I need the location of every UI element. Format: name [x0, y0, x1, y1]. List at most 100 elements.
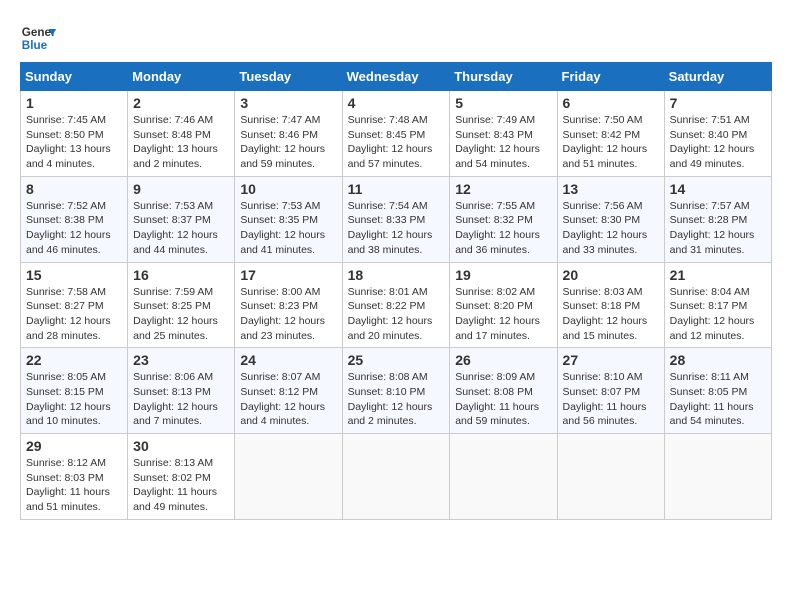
calendar-cell: 7 Sunrise: 7:51 AM Sunset: 8:40 PM Daylig…	[664, 91, 771, 177]
day-number: 1	[26, 95, 122, 111]
day-info: Sunrise: 7:48 AM Sunset: 8:45 PM Dayligh…	[348, 113, 445, 172]
calendar-cell: 21 Sunrise: 8:04 AM Sunset: 8:17 PM Dayli…	[664, 262, 771, 348]
calendar-cell: 14 Sunrise: 7:57 AM Sunset: 8:28 PM Dayli…	[664, 176, 771, 262]
calendar-cell	[557, 434, 664, 520]
day-number: 10	[240, 181, 336, 197]
weekday-header-sunday: Sunday	[21, 63, 128, 91]
weekday-header-monday: Monday	[128, 63, 235, 91]
calendar-cell: 5Sunrise: 7:49 AM Sunset: 8:43 PM Daylig…	[450, 91, 557, 177]
page-header: General Blue	[20, 20, 772, 56]
calendar-cell	[235, 434, 342, 520]
day-info: Sunrise: 8:11 AM Sunset: 8:05 PM Dayligh…	[670, 370, 766, 429]
calendar-cell: 13 Sunrise: 7:56 AM Sunset: 8:30 PM Dayli…	[557, 176, 664, 262]
week-row-2: 8 Sunrise: 7:52 AM Sunset: 8:38 PM Daylig…	[21, 176, 772, 262]
day-info: Sunrise: 7:50 AM Sunset: 8:42 PM Dayligh…	[563, 113, 659, 172]
day-info: Sunrise: 7:53 AM Sunset: 8:35 PM Dayligh…	[240, 199, 336, 258]
day-info: Sunrise: 8:09 AM Sunset: 8:08 PM Dayligh…	[455, 370, 551, 429]
day-number: 17	[240, 267, 336, 283]
day-info: Sunrise: 8:06 AM Sunset: 8:13 PM Dayligh…	[133, 370, 229, 429]
day-info: Sunrise: 8:04 AM Sunset: 8:17 PM Dayligh…	[670, 285, 766, 344]
day-number: 18	[348, 267, 445, 283]
day-number: 28	[670, 352, 766, 368]
day-info: Sunrise: 7:57 AM Sunset: 8:28 PM Dayligh…	[670, 199, 766, 258]
calendar-cell	[450, 434, 557, 520]
day-number: 8	[26, 181, 122, 197]
day-info: Sunrise: 8:01 AM Sunset: 8:22 PM Dayligh…	[348, 285, 445, 344]
day-number: 3	[240, 95, 336, 111]
day-number: 19	[455, 267, 551, 283]
day-info: Sunrise: 8:03 AM Sunset: 8:18 PM Dayligh…	[563, 285, 659, 344]
calendar-cell: 25 Sunrise: 8:08 AM Sunset: 8:10 PM Dayli…	[342, 348, 450, 434]
week-row-1: 1 Sunrise: 7:45 AM Sunset: 8:50 PM Daylig…	[21, 91, 772, 177]
day-number: 9	[133, 181, 229, 197]
day-info: Sunrise: 7:51 AM Sunset: 8:40 PM Dayligh…	[670, 113, 766, 172]
day-number: 13	[563, 181, 659, 197]
day-number: 25	[348, 352, 445, 368]
day-number: 24	[240, 352, 336, 368]
day-info: Sunrise: 7:46 AM Sunset: 8:48 PM Dayligh…	[133, 113, 229, 172]
day-number: 21	[670, 267, 766, 283]
day-info: Sunrise: 7:47 AM Sunset: 8:46 PM Dayligh…	[240, 113, 336, 172]
week-row-3: 15 Sunrise: 7:58 AM Sunset: 8:27 PM Dayli…	[21, 262, 772, 348]
day-number: 27	[563, 352, 659, 368]
day-number: 12	[455, 181, 551, 197]
day-info: Sunrise: 8:02 AM Sunset: 8:20 PM Dayligh…	[455, 285, 551, 344]
weekday-header-tuesday: Tuesday	[235, 63, 342, 91]
week-row-4: 22Sunrise: 8:05 AM Sunset: 8:15 PM Dayli…	[21, 348, 772, 434]
calendar-body: 1 Sunrise: 7:45 AM Sunset: 8:50 PM Daylig…	[21, 91, 772, 520]
day-info: Sunrise: 7:54 AM Sunset: 8:33 PM Dayligh…	[348, 199, 445, 258]
day-info: Sunrise: 7:59 AM Sunset: 8:25 PM Dayligh…	[133, 285, 229, 344]
calendar-cell: 23Sunrise: 8:06 AM Sunset: 8:13 PM Dayli…	[128, 348, 235, 434]
calendar-cell: 22Sunrise: 8:05 AM Sunset: 8:15 PM Dayli…	[21, 348, 128, 434]
day-number: 15	[26, 267, 122, 283]
logo-icon: General Blue	[20, 20, 56, 56]
day-info: Sunrise: 7:58 AM Sunset: 8:27 PM Dayligh…	[26, 285, 122, 344]
day-info: Sunrise: 7:56 AM Sunset: 8:30 PM Dayligh…	[563, 199, 659, 258]
calendar-cell: 15 Sunrise: 7:58 AM Sunset: 8:27 PM Dayli…	[21, 262, 128, 348]
weekday-header-thursday: Thursday	[450, 63, 557, 91]
calendar-cell: 1 Sunrise: 7:45 AM Sunset: 8:50 PM Daylig…	[21, 91, 128, 177]
calendar-cell: 20 Sunrise: 8:03 AM Sunset: 8:18 PM Dayli…	[557, 262, 664, 348]
calendar-table: SundayMondayTuesdayWednesdayThursdayFrid…	[20, 62, 772, 520]
day-number: 20	[563, 267, 659, 283]
svg-text:Blue: Blue	[22, 39, 48, 52]
day-number: 4	[348, 95, 445, 111]
calendar-cell	[342, 434, 450, 520]
day-number: 16	[133, 267, 229, 283]
calendar-cell: 16 Sunrise: 7:59 AM Sunset: 8:25 PM Dayli…	[128, 262, 235, 348]
calendar-cell: 10 Sunrise: 7:53 AM Sunset: 8:35 PM Dayli…	[235, 176, 342, 262]
calendar-cell: 28 Sunrise: 8:11 AM Sunset: 8:05 PM Dayli…	[664, 348, 771, 434]
day-number: 6	[563, 95, 659, 111]
calendar-cell	[664, 434, 771, 520]
day-info: Sunrise: 7:55 AM Sunset: 8:32 PM Dayligh…	[455, 199, 551, 258]
calendar-cell: 11 Sunrise: 7:54 AM Sunset: 8:33 PM Dayli…	[342, 176, 450, 262]
day-info: Sunrise: 7:45 AM Sunset: 8:50 PM Dayligh…	[26, 113, 122, 172]
calendar-cell: 6 Sunrise: 7:50 AM Sunset: 8:42 PM Daylig…	[557, 91, 664, 177]
day-info: Sunrise: 8:00 AM Sunset: 8:23 PM Dayligh…	[240, 285, 336, 344]
calendar-cell: 12 Sunrise: 7:55 AM Sunset: 8:32 PM Dayli…	[450, 176, 557, 262]
day-number: 26	[455, 352, 551, 368]
calendar-cell: 2 Sunrise: 7:46 AM Sunset: 8:48 PM Daylig…	[128, 91, 235, 177]
logo: General Blue	[20, 20, 56, 56]
calendar-cell: 29Sunrise: 8:12 AM Sunset: 8:03 PM Dayli…	[21, 434, 128, 520]
weekday-header-friday: Friday	[557, 63, 664, 91]
calendar-cell: 27 Sunrise: 8:10 AM Sunset: 8:07 PM Dayli…	[557, 348, 664, 434]
calendar-cell: 24 Sunrise: 8:07 AM Sunset: 8:12 PM Dayli…	[235, 348, 342, 434]
day-number: 2	[133, 95, 229, 111]
weekday-header-row: SundayMondayTuesdayWednesdayThursdayFrid…	[21, 63, 772, 91]
day-number: 14	[670, 181, 766, 197]
day-info: Sunrise: 8:08 AM Sunset: 8:10 PM Dayligh…	[348, 370, 445, 429]
calendar-cell: 9Sunrise: 7:53 AM Sunset: 8:37 PM Daylig…	[128, 176, 235, 262]
weekday-header-saturday: Saturday	[664, 63, 771, 91]
day-info: Sunrise: 7:52 AM Sunset: 8:38 PM Dayligh…	[26, 199, 122, 258]
day-number: 5	[455, 95, 551, 111]
day-info: Sunrise: 8:05 AM Sunset: 8:15 PM Dayligh…	[26, 370, 122, 429]
day-info: Sunrise: 8:07 AM Sunset: 8:12 PM Dayligh…	[240, 370, 336, 429]
day-number: 7	[670, 95, 766, 111]
calendar-cell: 19 Sunrise: 8:02 AM Sunset: 8:20 PM Dayli…	[450, 262, 557, 348]
day-number: 11	[348, 181, 445, 197]
day-info: Sunrise: 8:13 AM Sunset: 8:02 PM Dayligh…	[133, 456, 229, 515]
weekday-header-wednesday: Wednesday	[342, 63, 450, 91]
day-info: Sunrise: 8:10 AM Sunset: 8:07 PM Dayligh…	[563, 370, 659, 429]
calendar-cell: 3 Sunrise: 7:47 AM Sunset: 8:46 PM Daylig…	[235, 91, 342, 177]
